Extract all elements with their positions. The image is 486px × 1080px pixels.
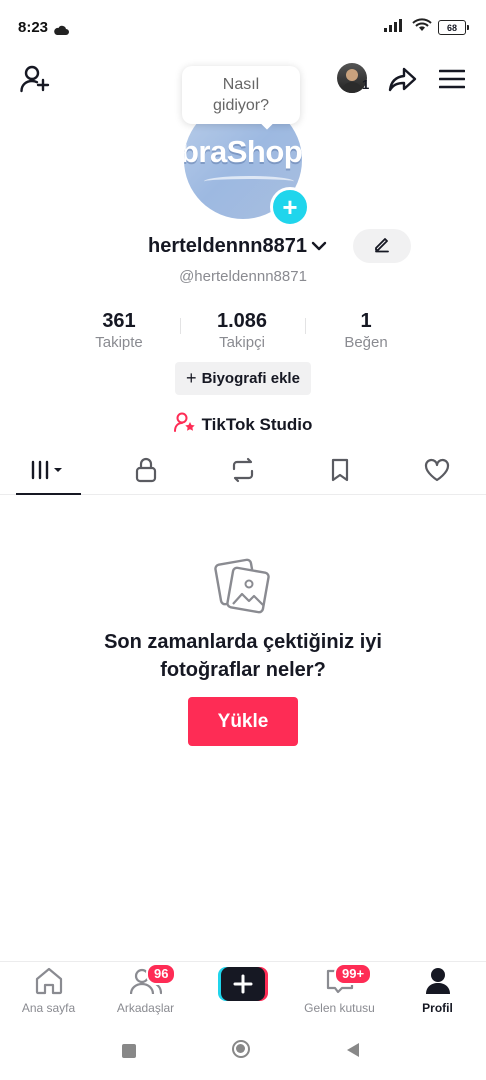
- stat-following[interactable]: 361 Takipte: [64, 310, 174, 351]
- system-nav: [0, 1021, 486, 1080]
- add-friend-icon[interactable]: [18, 63, 52, 95]
- home-button-icon[interactable]: [232, 1040, 250, 1058]
- avatar-logo-text: braShop: [184, 134, 302, 169]
- friends-badge: 96: [146, 963, 177, 985]
- pencil-icon: [373, 235, 391, 258]
- lock-icon: [134, 457, 158, 488]
- tab-saved[interactable]: [292, 450, 389, 494]
- stat-likes[interactable]: 1 Beğen: [311, 310, 421, 351]
- tab-reposts[interactable]: [194, 450, 291, 494]
- user-handle: @herteldennn8871: [179, 268, 307, 285]
- add-avatar-button[interactable]: +: [270, 187, 310, 227]
- cloud-icon: [53, 22, 69, 40]
- empty-line1: Son zamanlarda çektiğiniz iyi: [104, 631, 382, 653]
- nav-inbox-label: Gelen kutusu: [304, 1001, 375, 1015]
- profile-tabs: [0, 450, 486, 495]
- tab-private[interactable]: [97, 450, 194, 494]
- stat-divider: [305, 318, 306, 334]
- stat-value: 1: [360, 310, 372, 332]
- grid-icon: [29, 459, 69, 486]
- stat-value: 1.086: [216, 310, 268, 332]
- upload-button[interactable]: Yükle: [188, 697, 298, 746]
- create-button[interactable]: [218, 967, 268, 1001]
- tiktok-studio-link[interactable]: TikTok Studio: [0, 412, 486, 437]
- nav-profile-label: Profil: [422, 1001, 453, 1015]
- back-icon[interactable]: [346, 1042, 360, 1063]
- chevron-down-icon: [311, 235, 327, 258]
- bubble-line1: Nasıl: [222, 76, 260, 93]
- status-icons: 68: [384, 18, 469, 37]
- stat-label: Takipte: [95, 334, 143, 351]
- studio-icon: [173, 412, 196, 437]
- photos-icon: [214, 556, 272, 619]
- status-time: 8:23: [18, 19, 49, 36]
- home-icon: [34, 967, 64, 998]
- profile-icon: [425, 967, 451, 998]
- recents-icon[interactable]: [122, 1044, 136, 1058]
- bubble-line2: gidiyor?: [212, 97, 270, 114]
- repost-icon: [229, 457, 257, 488]
- tab-liked[interactable]: [389, 450, 486, 494]
- nav-friends[interactable]: Arkadaşlar 96: [97, 962, 194, 1022]
- plus-icon: +: [186, 368, 197, 388]
- inbox-badge: 99+: [334, 963, 373, 985]
- nav-home[interactable]: Ana sayfa: [0, 962, 97, 1022]
- battery-icon: 68: [438, 20, 469, 35]
- add-bio-label: Biyografi ekle: [201, 370, 300, 387]
- empty-state-title: Son zamanlarda çektiğiniz iyi fotoğrafla…: [0, 628, 486, 684]
- stat-value: 361: [102, 310, 136, 332]
- stat-divider: [180, 318, 181, 334]
- edit-profile-button[interactable]: [353, 229, 411, 263]
- studio-label: TikTok Studio: [201, 414, 313, 434]
- stat-followers[interactable]: 1.086 Takipçi: [187, 310, 297, 351]
- wifi-icon: [412, 18, 432, 37]
- signal-icon: [384, 18, 406, 37]
- menu-icon[interactable]: [436, 63, 468, 95]
- status-bubble[interactable]: Nasıl gidiyor?: [182, 66, 300, 124]
- avatar-swoosh: [204, 176, 294, 187]
- bookmark-icon: [329, 457, 351, 488]
- account-count: 1: [362, 77, 370, 92]
- username: herteldennn8871: [148, 235, 307, 257]
- nav-friends-label: Arkadaşlar: [116, 1001, 175, 1015]
- username-switcher[interactable]: herteldennn8871: [148, 235, 327, 258]
- stat-label: Beğen: [344, 334, 388, 351]
- add-bio-button[interactable]: + Biyografi ekle: [175, 362, 311, 395]
- empty-line2: fotoğraflar neler?: [160, 659, 326, 681]
- nav-profile[interactable]: Profil: [389, 962, 486, 1022]
- share-icon[interactable]: [385, 63, 419, 95]
- nav-inbox[interactable]: Gelen kutusu 99+: [291, 962, 388, 1022]
- tab-videos[interactable]: [0, 450, 97, 495]
- nav-home-label: Ana sayfa: [21, 1001, 76, 1015]
- heart-icon: [423, 457, 451, 488]
- stat-label: Takipçi: [219, 334, 265, 351]
